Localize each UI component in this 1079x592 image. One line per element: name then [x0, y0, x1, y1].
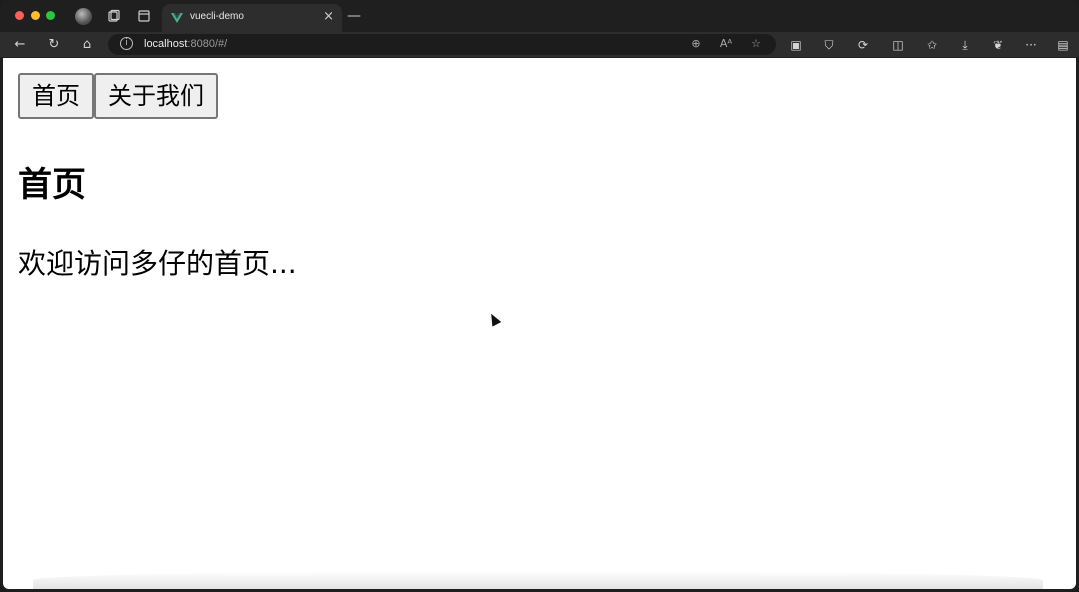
- address-url[interactable]: localhost:8080/#/: [144, 38, 227, 50]
- read-aloud-icon[interactable]: Aᴬ: [719, 37, 733, 51]
- tab-title: vuecli-demo: [190, 11, 244, 22]
- address-bar[interactable]: i localhost:8080/#/ ⊕ Aᴬ ☆: [108, 34, 776, 55]
- zoom-icon[interactable]: ⊕: [689, 37, 703, 51]
- reload-icon[interactable]: ↻: [46, 37, 62, 53]
- tab-actions-icon[interactable]: [137, 9, 151, 23]
- minimize-window-button[interactable]: [31, 11, 40, 20]
- maximize-window-button[interactable]: [46, 11, 55, 20]
- home-button[interactable]: 首页: [18, 73, 94, 119]
- downloads-icon[interactable]: ⤓: [957, 37, 973, 53]
- welcome-text: 欢迎访问多仔的首页...: [18, 247, 297, 280]
- active-tab[interactable]: vuecli-demo ×: [162, 4, 342, 32]
- home-icon[interactable]: ⌂: [79, 37, 95, 53]
- page-title: 首页: [18, 165, 86, 205]
- favorite-star-icon[interactable]: ☆: [749, 37, 763, 51]
- close-tab-icon[interactable]: ×: [323, 9, 334, 24]
- url-host: localhost: [144, 38, 188, 50]
- about-us-button[interactable]: 关于我们: [94, 73, 218, 119]
- more-menu-icon[interactable]: ···: [1023, 37, 1039, 53]
- shield-icon[interactable]: ⛉: [821, 37, 837, 53]
- back-icon[interactable]: ←: [12, 37, 28, 53]
- bottom-shadow: [33, 571, 1043, 589]
- tab-bar: vuecli-demo × —: [0, 0, 1079, 32]
- nav-buttons: 首页 关于我们: [18, 73, 218, 119]
- vue-logo-icon: [171, 13, 183, 23]
- split-screen-icon[interactable]: ◫: [890, 37, 906, 53]
- workspaces-icon[interactable]: [107, 9, 121, 23]
- url-path: :8080/#/: [187, 38, 228, 50]
- sync-icon[interactable]: ⟳: [855, 37, 871, 53]
- close-window-button[interactable]: [15, 11, 24, 20]
- favorites-icon[interactable]: ✩: [924, 37, 940, 53]
- copilot-icon[interactable]: ❦: [990, 37, 1006, 53]
- new-tab-icon[interactable]: —: [347, 9, 361, 23]
- browser-toolbar: ← ↻ ⌂ i localhost:8080/#/ ⊕ Aᴬ ☆ ▣ ⛉ ⟳ ◫…: [0, 32, 1079, 57]
- profile-avatar[interactable]: [75, 8, 92, 25]
- extension-icon[interactable]: ▣: [788, 37, 804, 53]
- browser-window: vuecli-demo × — ← ↻ ⌂ i localhost:8080/#…: [0, 0, 1079, 592]
- mouse-cursor-icon: [486, 311, 502, 327]
- sidebar-icon[interactable]: ▤: [1055, 37, 1071, 53]
- site-info-icon[interactable]: i: [120, 37, 133, 50]
- page-viewport: 首页 关于我们 首页 欢迎访问多仔的首页...: [3, 58, 1076, 589]
